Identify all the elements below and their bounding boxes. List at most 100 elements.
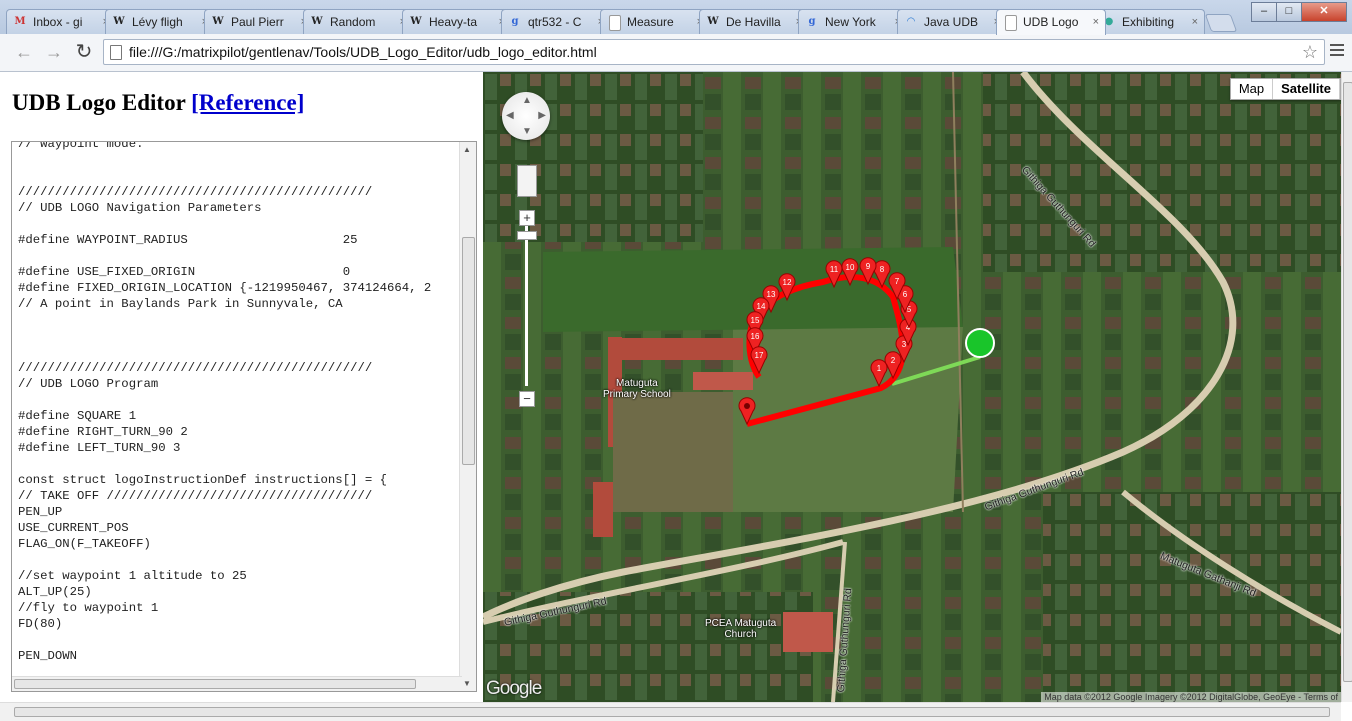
tab-3[interactable]: WPaul Pierr×	[204, 9, 314, 34]
tab-12[interactable]: ● Exhibiting ×	[1095, 9, 1205, 34]
editor-hscroll-thumb[interactable]	[14, 679, 416, 689]
code-line: PEN_DOWN	[18, 649, 78, 663]
wikipedia-icon: W	[410, 16, 422, 27]
map-type-control[interactable]: Map Satellite	[1229, 78, 1341, 100]
reference-link[interactable]: [Reference]	[191, 90, 304, 115]
pan-right-icon[interactable]: ▶	[538, 110, 546, 121]
tab-9[interactable]: gNew York×	[798, 9, 908, 34]
document-icon	[1005, 15, 1017, 31]
tab-6[interactable]: gqtr532 - C×	[501, 9, 611, 34]
tab-close-icon[interactable]: ×	[1093, 10, 1099, 34]
reload-button[interactable]: ↻	[72, 40, 96, 64]
back-button[interactable]: ←	[12, 40, 36, 64]
code-line: #define USE_FIXED_ORIGIN 0	[18, 265, 351, 279]
tab-2[interactable]: WLévy fligh×	[105, 9, 215, 34]
place-label-church: PCEA Matuguta Church	[705, 618, 777, 640]
code-line: // waypoint mode.	[18, 141, 144, 151]
waypoint-label: 15	[751, 316, 760, 325]
map-type-satellite-button[interactable]: Satellite	[1273, 79, 1340, 99]
code-line: // UDB LOGO Navigation Parameters	[18, 201, 262, 215]
code-line: // A point in Baylands Park in Sunnyvale…	[18, 297, 343, 311]
page-hscroll-thumb[interactable]	[14, 707, 1330, 717]
pan-up-icon[interactable]: ▲	[522, 95, 532, 106]
code-editor[interactable]: // waypoint mode. ///////////////////////…	[11, 141, 477, 692]
tab-label: New York	[825, 15, 876, 29]
close-window-button[interactable]: ✕	[1301, 2, 1347, 22]
waypoint-label: 17	[755, 351, 764, 360]
document-icon	[609, 15, 621, 31]
waypoint-label: 1	[877, 364, 882, 373]
chrome-menu-icon[interactable]	[1330, 44, 1344, 59]
satellite-map[interactable]: 1 2 3 4 5 6 7 8 9 10 11 12 13 14 15 16 17 Map Satellite …	[483, 72, 1341, 702]
pan-left-icon[interactable]: ◀	[506, 110, 514, 121]
code-line: FLAG_ON(F_TAKEOFF)	[18, 537, 151, 551]
new-tab-button[interactable]	[1204, 14, 1238, 32]
page-scroll-thumb[interactable]	[1343, 82, 1352, 682]
wikipedia-icon: W	[113, 16, 125, 27]
code-line: ALT_UP(25)	[18, 585, 92, 599]
tab-4[interactable]: WRandom×	[303, 9, 413, 34]
waypoint-label: 9	[866, 262, 871, 271]
zoom-slider-thumb[interactable]	[517, 231, 537, 240]
code-line: PEN_UP	[18, 505, 63, 519]
tab-label: Paul Pierr	[231, 15, 284, 29]
street-view-pegman-icon[interactable]	[517, 165, 537, 197]
tab-7[interactable]: Measure×	[600, 9, 710, 34]
waypoint-label: 8	[880, 265, 885, 274]
page-icon	[110, 45, 122, 60]
editor-vertical-scrollbar[interactable]: ▲ ▼	[459, 142, 476, 691]
google-logo[interactable]: Google	[486, 678, 542, 700]
tab-label: Lévy fligh	[132, 15, 183, 29]
code-line: ////////////////////////////////////////…	[18, 361, 373, 375]
code-text[interactable]: // waypoint mode. ///////////////////////…	[18, 141, 458, 691]
code-line: //set waypoint 1 altitude to 25	[18, 569, 247, 583]
forward-button[interactable]: →	[42, 40, 66, 64]
url-text[interactable]: file:///G:/matrixpilot/gentlenav/Tools/U…	[129, 40, 597, 64]
page-horizontal-scrollbar[interactable]	[0, 702, 1341, 721]
tab-label: Java UDB	[924, 15, 979, 29]
tab-close-icon[interactable]: ×	[1192, 10, 1198, 34]
waypoint-label: 6	[903, 290, 908, 299]
zoom-slider-track[interactable]	[525, 226, 528, 386]
editor-horizontal-scrollbar[interactable]	[12, 676, 462, 691]
scroll-up-arrow-icon[interactable]: ▲	[463, 145, 471, 154]
tab-8[interactable]: WDe Havilla×	[699, 9, 809, 34]
map-type-map-button[interactable]: Map	[1231, 79, 1274, 99]
pan-control[interactable]: ▲ ▼ ◀ ▶	[502, 92, 550, 140]
page-vertical-scrollbar[interactable]	[1341, 72, 1352, 702]
tab-label: UDB Logo	[1023, 15, 1079, 29]
address-bar[interactable]: file:///G:/matrixpilot/gentlenav/Tools/U…	[103, 39, 1325, 65]
maximize-button[interactable]: □	[1276, 2, 1302, 22]
bookmark-star-icon[interactable]: ☆	[1302, 40, 1318, 64]
code-line: // UDB LOGO Program	[18, 377, 159, 391]
minimize-button[interactable]: –	[1251, 2, 1277, 22]
waypoint-label: 2	[891, 356, 896, 365]
zoom-in-button[interactable]: +	[519, 210, 535, 226]
scroll-down-arrow-icon[interactable]: ▼	[463, 679, 471, 688]
tab-1[interactable]: MInbox - gi×	[6, 9, 116, 34]
wikipedia-icon: W	[311, 16, 323, 27]
pan-down-icon[interactable]: ▼	[522, 126, 532, 137]
home-position-marker	[965, 328, 995, 358]
zoom-out-button[interactable]: −	[519, 391, 535, 407]
editor-scroll-thumb[interactable]	[462, 237, 475, 465]
tab-label: Measure	[627, 15, 674, 29]
tab-11[interactable]: UDB Logo ×	[996, 9, 1106, 35]
tab-10[interactable]: ◠Java UDB×	[897, 9, 1007, 34]
gmail-icon: M	[14, 16, 26, 27]
code-line: USE_CURRENT_POS	[18, 521, 129, 535]
page-title-text: UDB Logo Editor	[12, 90, 186, 115]
code-line: #define RIGHT_TURN_90 2	[18, 425, 188, 439]
browser-toolbar: ← → ↻ file:///G:/matrixpilot/gentlenav/T…	[0, 34, 1352, 72]
waypoint-label: 13	[767, 290, 776, 299]
tab-label: De Havilla	[726, 15, 781, 29]
tab-label: Inbox - gi	[33, 15, 83, 29]
wikipedia-icon: W	[212, 16, 224, 27]
tab-5[interactable]: WHeavy-ta×	[402, 9, 512, 34]
